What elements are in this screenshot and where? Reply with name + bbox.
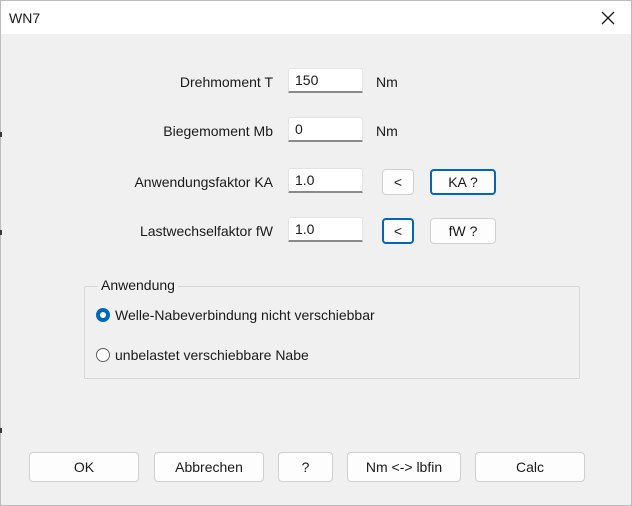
load-cycle-factor-arrow-button[interactable]: < [382,218,414,244]
close-button[interactable] [585,1,631,34]
dialog-window: WN7 Drehmoment T Nm Biegemoment Mb Nm An… [0,0,632,506]
bending-moment-input[interactable] [288,117,363,142]
window-title: WN7 [9,10,41,26]
radio-option-sliding-hub[interactable]: unbelastet verschiebbare Nabe [96,347,309,363]
calc-button[interactable]: Calc [475,452,585,482]
radio-option-fixed-hub[interactable]: Welle-Nabeverbindung nicht verschiebbar [96,307,375,323]
bending-moment-unit: Nm [376,123,398,139]
application-group-box [84,286,580,379]
torque-label: Drehmoment T [179,74,273,90]
edge-marker [0,428,2,433]
torque-input[interactable] [288,68,363,93]
ka-help-button[interactable]: KA ? [430,169,496,195]
radio-selected-icon[interactable] [96,308,110,322]
radio-option-fixed-hub-label: Welle-Nabeverbindung nicht verschiebbar [115,307,375,323]
help-button[interactable]: ? [278,452,333,482]
load-cycle-factor-input[interactable] [288,217,363,242]
application-factor-arrow-button[interactable]: < [382,169,414,195]
fw-help-button[interactable]: fW ? [430,218,496,244]
application-factor-input[interactable] [288,168,363,193]
torque-unit: Nm [376,74,398,90]
ok-button[interactable]: OK [29,452,139,482]
bending-moment-label: Biegemoment Mb [163,123,273,139]
application-factor-label: Anwendungsfaktor KA [134,174,273,190]
close-icon [601,11,615,24]
edge-marker [0,230,2,235]
edge-marker [0,132,2,137]
load-cycle-factor-label: Lastwechselfaktor fW [139,223,273,239]
application-group-legend: Anwendung [98,277,178,293]
unit-toggle-button[interactable]: Nm <-> lbfin [347,452,461,482]
cancel-button[interactable]: Abbrechen [154,452,264,482]
radio-unselected-icon[interactable] [96,348,110,362]
radio-option-sliding-hub-label: unbelastet verschiebbare Nabe [115,347,309,363]
title-bar: WN7 [1,1,631,34]
